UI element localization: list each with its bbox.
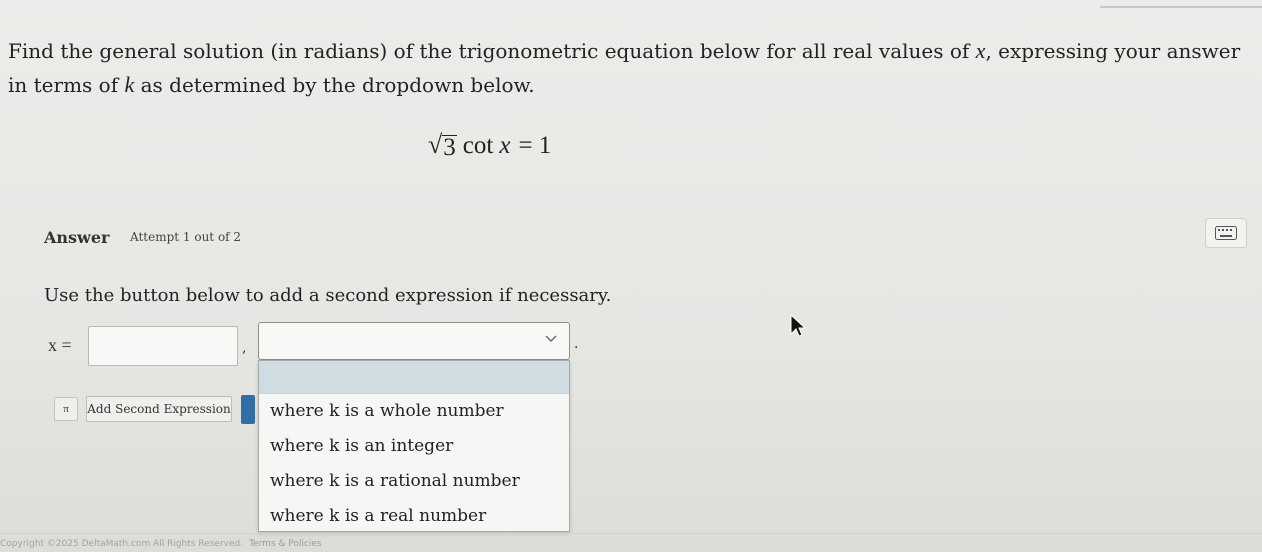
- equation-variable: x: [499, 132, 511, 159]
- copyright-text: Copyright ©2025 DeltaMath.com All Rights…: [0, 539, 244, 549]
- keyboard-icon[interactable]: [1205, 218, 1247, 248]
- footer: Copyright ©2025 DeltaMath.com All Rights…: [0, 539, 322, 549]
- question-text: Find the general solution (in radians) o…: [8, 34, 1258, 102]
- variable-x: x: [975, 38, 986, 63]
- option-real-number[interactable]: where k is a real number: [259, 499, 569, 534]
- option-rational-number[interactable]: where k is a rational number: [259, 464, 569, 499]
- add-second-expression-button[interactable]: Add Second Expression: [86, 396, 232, 422]
- equation: √ 3 cot x = 1: [428, 130, 551, 160]
- comma-separator: ,: [242, 340, 247, 356]
- question-part-3: as determined by the dropdown below.: [134, 73, 535, 97]
- equation-radicand: 3: [442, 134, 457, 161]
- answer-label: Answer: [44, 228, 110, 247]
- equation-rhs: = 1: [518, 132, 552, 159]
- instruction-text: Use the button below to add a second exp…: [44, 285, 612, 306]
- period: .: [574, 336, 579, 352]
- sqrt-symbol: √: [428, 130, 443, 159]
- chevron-down-icon: [545, 335, 557, 342]
- pi-button[interactable]: π: [54, 397, 78, 421]
- attempt-counter: Attempt 1 out of 2: [130, 230, 242, 244]
- x-equals-label: x =: [48, 335, 72, 355]
- footer-divider: [0, 533, 1262, 534]
- mouse-cursor-icon: [790, 313, 807, 342]
- k-domain-dropdown: where k is a whole number where k is an …: [258, 360, 570, 532]
- top-divider: [1100, 0, 1262, 8]
- k-domain-select[interactable]: [258, 322, 570, 360]
- dropdown-highlighted-blank-option[interactable]: [259, 361, 569, 394]
- focus-indicator: [241, 395, 255, 424]
- variable-k: k: [124, 72, 135, 97]
- answer-expression-input[interactable]: [88, 326, 238, 366]
- question-part-1: Find the general solution (in radians) o…: [8, 39, 976, 63]
- equation-function: cot: [462, 132, 494, 159]
- option-whole-number[interactable]: where k is a whole number: [259, 394, 569, 429]
- option-integer[interactable]: where k is an integer: [259, 429, 569, 464]
- terms-link[interactable]: Terms & Policies: [249, 539, 322, 549]
